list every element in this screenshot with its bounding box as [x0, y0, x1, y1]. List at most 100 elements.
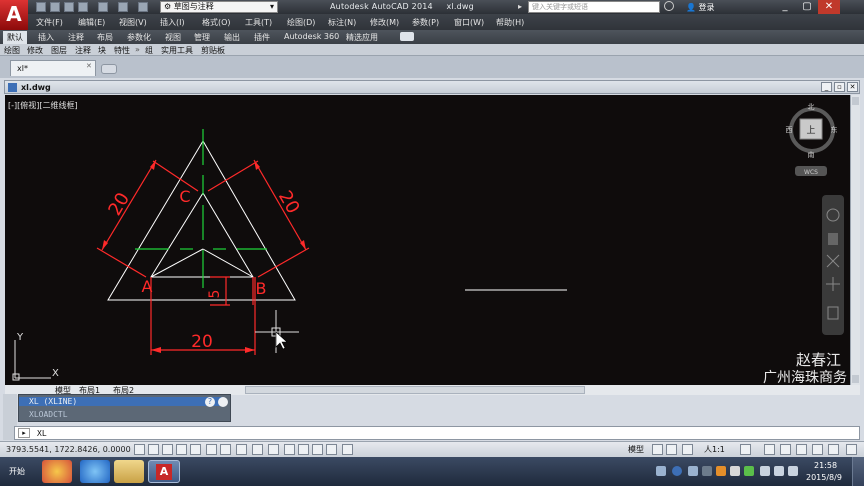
quick-view-drawings-button[interactable] — [666, 444, 677, 455]
ime-icon[interactable] — [688, 466, 698, 476]
tab-plugins[interactable]: 插件 — [254, 32, 270, 43]
tab-home[interactable]: 默认 — [3, 31, 27, 44]
menu-window[interactable]: 窗口(W) — [454, 17, 484, 28]
menu-file[interactable]: 文件(F) — [36, 17, 63, 28]
infer-constraints-button[interactable] — [134, 444, 145, 455]
menu-edit[interactable]: 编辑(E) — [78, 17, 105, 28]
menu-draw[interactable]: 绘图(D) — [287, 17, 315, 28]
app-menu-button[interactable]: A — [0, 0, 28, 30]
file-explorer-icon[interactable] — [114, 460, 144, 483]
minimize-button[interactable]: _ — [774, 0, 796, 14]
viewcube-west[interactable]: 西 — [786, 126, 793, 134]
start-button[interactable]: 开始 — [0, 459, 34, 484]
object-snap-button[interactable] — [206, 444, 217, 455]
dynamic-input-button[interactable] — [268, 444, 279, 455]
command-input[interactable]: XL — [37, 429, 47, 438]
media-player-icon[interactable] — [42, 460, 72, 483]
ribbon-toggle-icon[interactable] — [400, 32, 414, 41]
settings-tray-icon[interactable] — [702, 466, 712, 476]
help-tray-icon[interactable] — [672, 466, 682, 476]
quick-view-layouts-button[interactable] — [652, 444, 663, 455]
workspace-switching-button[interactable] — [764, 444, 775, 455]
drawing-canvas[interactable]: [-][俯视][二维线框] 20 20 20 5 A B C Y X 上 北 南… — [5, 95, 850, 385]
3d-osnap-button[interactable] — [220, 444, 231, 455]
workspace-select[interactable]: ⚙ 草图与注释 ▾ — [160, 1, 278, 13]
grid-display-button[interactable] — [162, 444, 173, 455]
search-icon[interactable] — [664, 1, 674, 11]
panel-clipboard[interactable]: 剪贴板 — [201, 45, 225, 56]
panel-draw[interactable]: 绘图 — [4, 45, 20, 56]
save-as-icon[interactable] — [78, 2, 88, 12]
vertical-scrollbar[interactable] — [850, 95, 860, 385]
panel-utilities[interactable]: 实用工具 — [161, 45, 193, 56]
redo-icon[interactable] — [138, 2, 148, 12]
tab-annotate[interactable]: 注释 — [68, 32, 84, 43]
snap-mode-button[interactable] — [148, 444, 159, 455]
autocad-taskbar-button[interactable]: A — [148, 460, 180, 483]
chat-tray-icon[interactable] — [730, 466, 740, 476]
selection-cycling-button[interactable] — [326, 444, 337, 455]
tab-featured-apps[interactable]: 精选应用 — [346, 32, 378, 43]
annotation-monitor-button[interactable] — [342, 444, 353, 455]
tab-insert[interactable]: 插入 — [38, 32, 54, 43]
panel-properties[interactable]: 特性 — [114, 45, 130, 56]
annotation-scale[interactable]: 人1:1 — [704, 444, 725, 455]
ducs-button[interactable] — [252, 444, 263, 455]
pan-button[interactable] — [682, 444, 693, 455]
hardware-acceleration-button[interactable] — [796, 444, 807, 455]
open-icon[interactable] — [50, 2, 60, 12]
volume-tray-icon[interactable] — [788, 466, 798, 476]
drawing-minimize-button[interactable]: _ — [821, 82, 832, 92]
panel-groups[interactable]: 组 — [145, 45, 153, 56]
tab-autodesk360[interactable]: Autodesk 360 — [284, 32, 339, 41]
panel-block[interactable]: 块 — [98, 45, 106, 56]
lock-button[interactable] — [780, 444, 791, 455]
new-icon[interactable] — [36, 2, 46, 12]
menu-view[interactable]: 视图(V) — [119, 17, 147, 28]
tab-layout[interactable]: 布局 — [97, 32, 113, 43]
antivirus-tray-icon[interactable] — [716, 466, 726, 476]
viewcube-east[interactable]: 东 — [831, 125, 838, 134]
internet-explorer-icon[interactable] — [80, 460, 110, 483]
keyboard-icon[interactable] — [656, 466, 666, 476]
scroll-up-icon[interactable] — [852, 97, 859, 105]
search-input[interactable]: 键入关键字或短语 — [528, 1, 660, 13]
menu-help[interactable]: 帮助(H) — [496, 17, 524, 28]
undo-icon[interactable] — [118, 2, 128, 12]
ortho-mode-button[interactable] — [176, 444, 187, 455]
update-tray-icon[interactable] — [744, 466, 754, 476]
close-icon[interactable] — [218, 397, 228, 407]
show-desktop-button[interactable] — [852, 457, 864, 486]
menu-format[interactable]: 格式(O) — [202, 17, 231, 28]
tab-view[interactable]: 视图 — [165, 32, 181, 43]
panel-layers[interactable]: 图层 — [51, 45, 67, 56]
scroll-down-icon[interactable] — [852, 375, 859, 383]
panel-annotation[interactable]: 注释 — [75, 45, 91, 56]
print-icon[interactable] — [98, 2, 108, 12]
menu-insert[interactable]: 插入(I) — [160, 17, 185, 28]
horizontal-scrollbar[interactable] — [245, 386, 585, 394]
power-tray-icon[interactable] — [760, 466, 770, 476]
viewcube-south[interactable]: 南 — [808, 150, 815, 159]
model-space-button[interactable]: 模型 — [628, 444, 644, 455]
menu-dimension[interactable]: 标注(N) — [328, 17, 356, 28]
quick-properties-button[interactable] — [312, 444, 323, 455]
new-tab-button[interactable] — [101, 64, 117, 74]
file-tab-xl[interactable]: xl* — [10, 60, 96, 76]
transparency-button[interactable] — [298, 444, 309, 455]
tab-output[interactable]: 输出 — [224, 32, 240, 43]
lineweight-button[interactable] — [284, 444, 295, 455]
polar-tracking-button[interactable] — [190, 444, 201, 455]
otrack-button[interactable] — [236, 444, 247, 455]
close-tab-icon[interactable]: ✕ — [86, 62, 92, 70]
clean-screen-button[interactable] — [846, 444, 857, 455]
drawing-close-button[interactable]: ✕ — [847, 82, 858, 92]
menu-parametric[interactable]: 参数(P) — [412, 17, 439, 28]
pan-icon[interactable] — [828, 233, 838, 245]
panel-overflow-icon[interactable]: » — [135, 45, 140, 54]
network-tray-icon[interactable] — [774, 466, 784, 476]
isolate-objects-button[interactable] — [812, 444, 823, 455]
command-prompt-icon[interactable]: ▸ — [18, 428, 30, 438]
tab-parametric[interactable]: 参数化 — [127, 32, 151, 43]
maximize-button[interactable]: ▢ — [796, 0, 818, 14]
